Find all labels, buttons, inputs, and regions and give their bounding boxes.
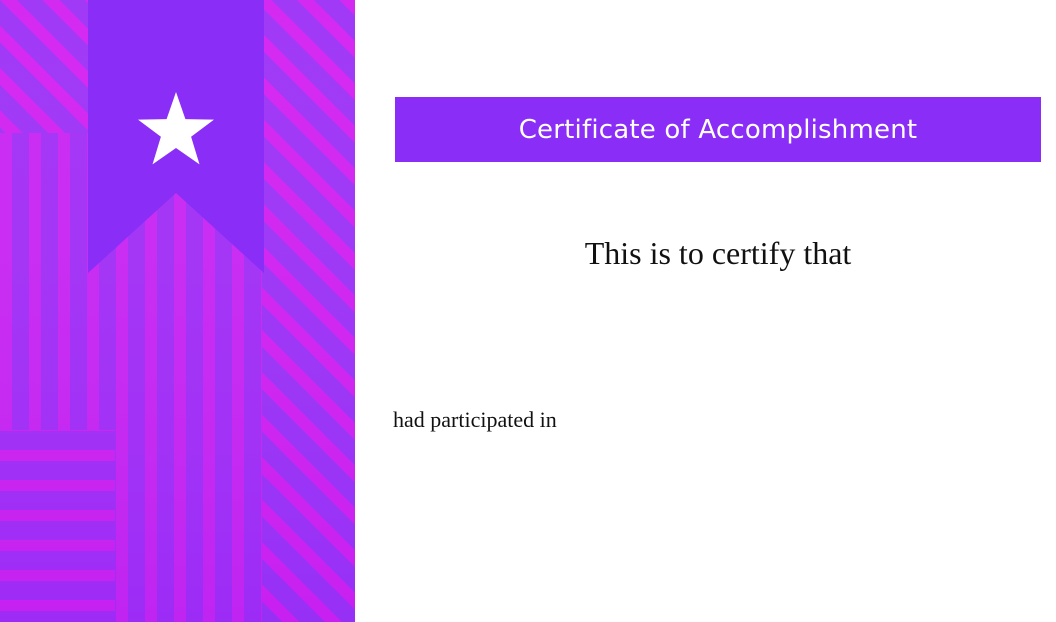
certificate-page: Certificate of Accomplishment This is to… (0, 0, 1056, 622)
certify-statement: This is to certify that (584, 235, 852, 271)
title-banner: Certificate of Accomplishment (395, 97, 1041, 162)
certificate-title: Certificate of Accomplishment (518, 114, 918, 145)
side-panel-graphic (0, 0, 355, 622)
decorative-side-panel (0, 0, 355, 622)
participation-statement: had participated in (393, 407, 557, 432)
